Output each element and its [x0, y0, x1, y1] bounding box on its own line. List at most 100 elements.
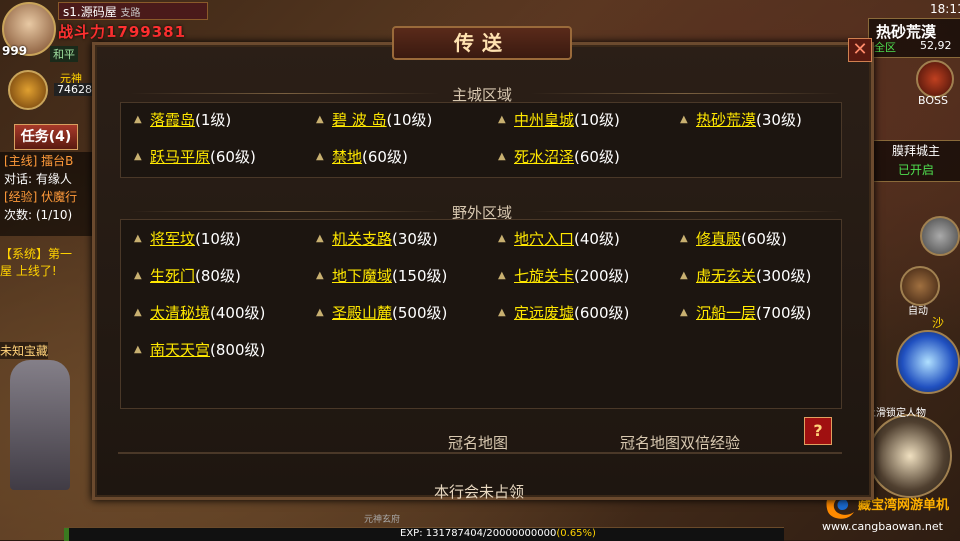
- teleport-destination[interactable]: ▲ 中州皇城(10级): [498, 110, 620, 130]
- task-button[interactable]: 任务(4): [14, 124, 78, 150]
- destination-level: (10级): [195, 230, 241, 248]
- auto-battle-icon[interactable]: [900, 266, 940, 306]
- destination-name[interactable]: 修真殿: [696, 230, 741, 248]
- destination-name[interactable]: 热砂荒漠: [696, 111, 756, 129]
- task-line: 次数: (1/10): [4, 208, 73, 222]
- close-button[interactable]: ✕: [848, 38, 872, 62]
- teleport-destination[interactable]: ▲ 将军坟(10级): [134, 229, 241, 249]
- player-character: [10, 360, 70, 490]
- destination-name[interactable]: 生死门: [150, 267, 195, 285]
- destination-name[interactable]: 将军坟: [150, 230, 195, 248]
- teleport-destination[interactable]: ▲ 生死门(80级): [134, 266, 241, 286]
- help-button[interactable]: ?: [804, 417, 832, 445]
- teleport-destination[interactable]: ▲ 地穴入口(40级): [498, 229, 620, 249]
- spirit-value: 74628: [54, 83, 95, 96]
- system-message: 【系统】第一 屋 上线了!: [0, 247, 73, 278]
- teleport-destination[interactable]: ▲ 落霞岛(1级): [134, 110, 231, 130]
- arrow-icon: ▲: [134, 270, 142, 281]
- destination-name[interactable]: 虚无玄关: [696, 267, 756, 285]
- destination-level: (40级): [574, 230, 620, 248]
- arrow-icon: ▲: [498, 233, 506, 244]
- arrow-icon: ▲: [498, 151, 506, 162]
- destination-name[interactable]: 地下魔域: [332, 267, 392, 285]
- watermark-url: www.cangbaowan.net: [822, 520, 943, 533]
- arrow-icon: ▲: [134, 114, 142, 125]
- teleport-destination[interactable]: ▲ 机关支路(30级): [316, 229, 438, 249]
- teleport-destination[interactable]: ▲ 热砂荒漠(30级): [680, 110, 802, 130]
- exp-text: EXP: 131787404/20000000000(0.65%): [400, 528, 596, 539]
- treasure-label[interactable]: 未知宝藏: [0, 342, 49, 359]
- destination-level: (60级): [741, 230, 787, 248]
- destination-name[interactable]: 地穴入口: [514, 230, 574, 248]
- exp-bar-fill: [64, 528, 69, 541]
- teleport-destination[interactable]: ▲ 碧 波 岛(10级): [316, 110, 432, 130]
- arrow-icon: ▲: [316, 307, 324, 318]
- destination-name[interactable]: 沉船一层: [696, 304, 756, 322]
- destination-name[interactable]: 中州皇城: [514, 111, 574, 129]
- destination-level: (1级): [195, 111, 232, 129]
- teleport-destination[interactable]: ▲ 虚无玄关(300级): [680, 266, 811, 286]
- guild-status: 本行会未占领: [434, 483, 525, 501]
- destination-level: (600级): [574, 304, 630, 322]
- arrow-icon: ▲: [134, 344, 142, 355]
- pk-mode-button[interactable]: 和平: [50, 46, 78, 62]
- server-name: s1.源码屋 支路: [58, 2, 208, 20]
- teleport-destination[interactable]: ▲ 南天天宫(800级): [134, 340, 265, 360]
- teleport-destination[interactable]: ▲ 太清秘境(400级): [134, 303, 265, 323]
- destination-name[interactable]: 太清秘境: [150, 304, 210, 322]
- teleport-destination[interactable]: ▲ 死水沼泽(60级): [498, 147, 620, 167]
- teleport-destination[interactable]: ▲ 圣殿山麓(500级): [316, 303, 447, 323]
- sand-label: 沙: [932, 316, 945, 330]
- teleport-destination[interactable]: ▲ 禁地(60级): [316, 147, 408, 167]
- player-level: 999: [2, 44, 28, 58]
- device-status-bar: 18:11: [930, 2, 960, 16]
- teleport-destination[interactable]: ▲ 修真殿(60级): [680, 229, 787, 249]
- worship-lord-button[interactable]: 膜拜城主 已开启: [870, 140, 960, 182]
- attack-button[interactable]: [868, 414, 952, 498]
- arrow-icon: ▲: [680, 307, 688, 318]
- destination-name[interactable]: 七旋关卡: [514, 267, 574, 285]
- destination-name[interactable]: 南天天宫: [150, 341, 210, 359]
- arrow-icon: ▲: [498, 270, 506, 281]
- boss-label: BOSS: [918, 94, 948, 107]
- lock-target-hint: 上滑锁定人物: [866, 408, 926, 419]
- destination-level: (10级): [386, 111, 433, 129]
- destination-level: (80级): [195, 267, 241, 285]
- destination-name[interactable]: 碧 波 岛: [332, 111, 387, 129]
- skill-icon[interactable]: [920, 216, 960, 256]
- destination-level: (30级): [756, 111, 802, 129]
- arrow-icon: ▲: [680, 270, 688, 281]
- teleport-destination[interactable]: ▲ 定远废墟(600级): [498, 303, 629, 323]
- destination-level: (200级): [574, 267, 630, 285]
- task-tracker[interactable]: [主线] 擂台B 对话: 有缘人 [经验] 伏魔行 次数: (1/10): [0, 152, 95, 236]
- destination-level: (60级): [362, 148, 408, 166]
- spirit-icon[interactable]: [8, 70, 48, 110]
- map-coordinates: 52,92: [920, 39, 952, 52]
- skill-spiral-icon[interactable]: [896, 330, 960, 394]
- teleport-destination[interactable]: ▲ 跃马平原(60级): [134, 147, 256, 167]
- destination-name[interactable]: 落霞岛: [150, 111, 195, 129]
- task-line: [经验] 伏魔行: [4, 190, 78, 204]
- arrow-icon: ▲: [498, 307, 506, 318]
- teleport-destination[interactable]: ▲ 七旋关卡(200级): [498, 266, 629, 286]
- destination-name[interactable]: 跃马平原: [150, 148, 210, 166]
- destination-name[interactable]: 定远废墟: [514, 304, 574, 322]
- teleport-destination[interactable]: ▲ 沉船一层(700级): [680, 303, 811, 323]
- arrow-icon: ▲: [498, 114, 506, 125]
- arrow-icon: ▲: [680, 233, 688, 244]
- divider: [130, 93, 440, 94]
- destination-level: (10级): [574, 111, 620, 129]
- map-zone: 全区: [874, 41, 896, 54]
- destination-name[interactable]: 死水沼泽: [514, 148, 574, 166]
- teleport-destination[interactable]: ▲ 地下魔域(150级): [316, 266, 447, 286]
- destination-name[interactable]: 禁地: [332, 148, 362, 166]
- boss-icon[interactable]: [916, 60, 954, 98]
- titled-map-label: 冠名地图: [448, 434, 509, 452]
- task-line: [主线] 擂台B: [4, 154, 74, 168]
- destination-name[interactable]: 圣殿山麓: [332, 304, 392, 322]
- dialog-title: 传送: [392, 26, 572, 60]
- destination-level: (800级): [210, 341, 266, 359]
- destination-level: (60级): [574, 148, 620, 166]
- arrow-icon: ▲: [134, 151, 142, 162]
- destination-name[interactable]: 机关支路: [332, 230, 392, 248]
